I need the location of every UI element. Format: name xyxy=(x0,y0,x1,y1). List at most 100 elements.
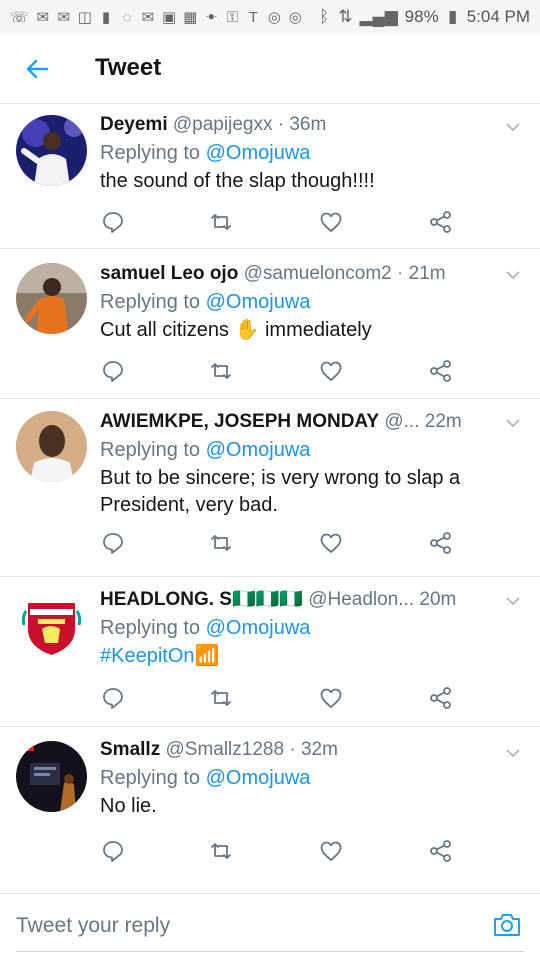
tweet-text: No lie. xyxy=(100,795,157,817)
tweet-actions xyxy=(100,838,460,864)
system-icons: ᛒ ⇅ ▂▄▆ 98% ▮ 5:04 PM xyxy=(317,7,530,27)
mention-link[interactable]: @Omojuwa xyxy=(206,142,311,164)
tweet-body: Deyemi @papijegxx · 36m Replying to @Omo… xyxy=(100,112,526,195)
like-icon[interactable] xyxy=(318,838,344,864)
reply-input[interactable]: Tweet your reply xyxy=(16,914,170,938)
avatar[interactable] xyxy=(16,589,87,660)
key-icon: ⚿ xyxy=(226,8,239,26)
tweet-actions xyxy=(100,209,460,235)
raised-hand-emoji: ✋ xyxy=(234,319,260,341)
tweet-header: AWIEMKPE, JOSEPH MONDAY @... 22m xyxy=(100,409,492,435)
display-name[interactable]: samuel Leo ojo xyxy=(100,263,238,284)
camera-icon[interactable] xyxy=(492,910,522,940)
tweet-text-line: But to be sincere; is very wrong to slap… xyxy=(100,467,461,489)
tweet-item[interactable]: Smallz @Smallz1288 · 32m Replying to @Om… xyxy=(0,727,540,893)
replying-prefix: Replying to xyxy=(100,291,201,313)
hashtag-link[interactable]: #KeepitOn xyxy=(100,645,195,667)
reply-icon[interactable] xyxy=(100,358,126,384)
share-icon[interactable] xyxy=(428,838,454,864)
reply-icon[interactable] xyxy=(100,530,126,556)
user-handle[interactable]: @... xyxy=(384,411,419,432)
like-icon[interactable] xyxy=(318,358,344,384)
mention-link[interactable]: @Omojuwa xyxy=(206,439,311,461)
display-name[interactable]: AWIEMKPE, JOSEPH MONDAY xyxy=(100,411,379,432)
tweet-item[interactable]: Deyemi @papijegxx · 36m Replying to @Omo… xyxy=(0,104,540,249)
battery-percent: 98% xyxy=(404,7,439,26)
mention-link[interactable]: @Omojuwa xyxy=(206,617,311,639)
notification-icons: ☏ ✉ ✉ ◫ ▮ ◌ ✉ ▣ ▦ ꔹ ⚿ T ◎ ◎ xyxy=(10,8,302,27)
tweet-item[interactable]: samuel Leo ojo @samueloncom2 · 21m Reply… xyxy=(0,249,540,399)
signal-icon: ▂▄▆ xyxy=(359,7,398,26)
data-icon: ⇅ xyxy=(338,7,353,26)
tweet-header: Deyemi @papijegxx · 36m xyxy=(100,112,526,138)
display-name[interactable]: HEADLONG. S xyxy=(100,589,232,610)
twitter-icon: ꔹ xyxy=(205,8,218,26)
reply-icon[interactable] xyxy=(100,685,126,711)
tweet-item[interactable]: HEADLONG. S🇳🇬🇳🇬🇳🇬 @Headlon... 20m Replyi… xyxy=(0,577,540,727)
display-name[interactable]: Smallz xyxy=(100,739,160,760)
phone-icon: ☏ xyxy=(10,9,29,26)
tweet-text-start: Cut all citizens xyxy=(100,319,229,341)
like-icon[interactable] xyxy=(318,530,344,556)
tweet-body: HEADLONG. S🇳🇬🇳🇬🇳🇬 @Headlon... 20m Replyi… xyxy=(100,587,492,670)
timestamp: 20m xyxy=(419,589,457,610)
retweet-icon[interactable] xyxy=(208,358,234,384)
retweet-icon[interactable] xyxy=(208,209,234,235)
messenger-icon: ◌ xyxy=(122,8,132,26)
mail-icon: ✉ xyxy=(36,9,50,26)
reply-icon[interactable] xyxy=(100,838,126,864)
tweet-body: Smallz @Smallz1288 · 32m Replying to @Om… xyxy=(100,737,526,820)
replying-to: Replying to @Omojuwa xyxy=(100,435,492,465)
status-bar: ☏ ✉ ✉ ◫ ▮ ◌ ✉ ▣ ▦ ꔹ ⚿ T ◎ ◎ ᛒ ⇅ ▂▄▆ 98% … xyxy=(0,0,540,34)
like-icon[interactable] xyxy=(318,685,344,711)
tweet-text: But to be sincere; is very wrong to slap… xyxy=(100,465,492,519)
tweet-text-end: immediately xyxy=(264,319,372,341)
share-icon[interactable] xyxy=(428,530,454,556)
tweet-body: AWIEMKPE, JOSEPH MONDAY @... 22m Replyin… xyxy=(100,409,492,519)
share-icon[interactable] xyxy=(428,358,454,384)
back-arrow-icon[interactable] xyxy=(22,54,52,84)
user-handle[interactable]: @samueloncom2 xyxy=(244,263,392,284)
t-icon: T xyxy=(248,8,258,26)
tweet-header: Smallz @Smallz1288 · 32m xyxy=(100,737,526,763)
timestamp: · 36m xyxy=(277,114,327,135)
tweet-header: samuel Leo ojo @samueloncom2 · 21m xyxy=(100,261,526,287)
app-header: Tweet xyxy=(0,34,540,104)
mention-link[interactable]: @Omojuwa xyxy=(206,291,311,313)
reply-list: Deyemi @papijegxx · 36m Replying to @Omo… xyxy=(0,104,540,893)
retweet-icon[interactable] xyxy=(208,530,234,556)
tweet-body: samuel Leo ojo @samueloncom2 · 21m Reply… xyxy=(100,261,526,344)
reply-icon[interactable] xyxy=(100,209,126,235)
retweet-icon[interactable] xyxy=(208,685,234,711)
tweet-text-line: President, very bad. xyxy=(100,494,278,516)
tweet-item[interactable]: AWIEMKPE, JOSEPH MONDAY @... 22m Replyin… xyxy=(0,399,540,577)
chevron-down-icon[interactable] xyxy=(504,592,522,610)
retweet-icon[interactable] xyxy=(208,838,234,864)
chevron-down-icon[interactable] xyxy=(504,414,522,432)
avatar[interactable] xyxy=(16,263,87,334)
avatar[interactable] xyxy=(16,741,87,812)
user-handle[interactable]: @papijegxx xyxy=(173,114,273,135)
tweet-text: #KeepitOn📶 xyxy=(100,643,492,670)
tweet-text: the sound of the slap though!!!! xyxy=(100,170,375,192)
share-icon[interactable] xyxy=(428,685,454,711)
reply-input-underline xyxy=(16,951,524,952)
user-handle[interactable]: @Headlon... xyxy=(308,589,414,610)
share-icon[interactable] xyxy=(428,209,454,235)
tweet-text: Cut all citizens ✋ immediately xyxy=(100,317,526,344)
replying-prefix: Replying to xyxy=(100,767,201,789)
avatar[interactable] xyxy=(16,411,87,482)
bluetooth-icon: ᛒ xyxy=(319,7,330,26)
news-icon: ▦ xyxy=(183,9,198,26)
replying-prefix: Replying to xyxy=(100,142,201,164)
user-handle[interactable]: @Smallz1288 xyxy=(165,739,284,760)
mention-link[interactable]: @Omojuwa xyxy=(206,767,311,789)
like-icon[interactable] xyxy=(318,209,344,235)
instagram-icon-2: ◎ xyxy=(288,9,302,26)
timestamp: · 32m xyxy=(289,739,338,760)
tweet-header: HEADLONG. S🇳🇬🇳🇬🇳🇬 @Headlon... 20m xyxy=(100,587,492,613)
display-name[interactable]: Deyemi xyxy=(100,114,168,135)
avatar[interactable] xyxy=(16,115,87,186)
timestamp: 22m xyxy=(424,411,462,432)
timestamp: · 21m xyxy=(397,263,446,284)
